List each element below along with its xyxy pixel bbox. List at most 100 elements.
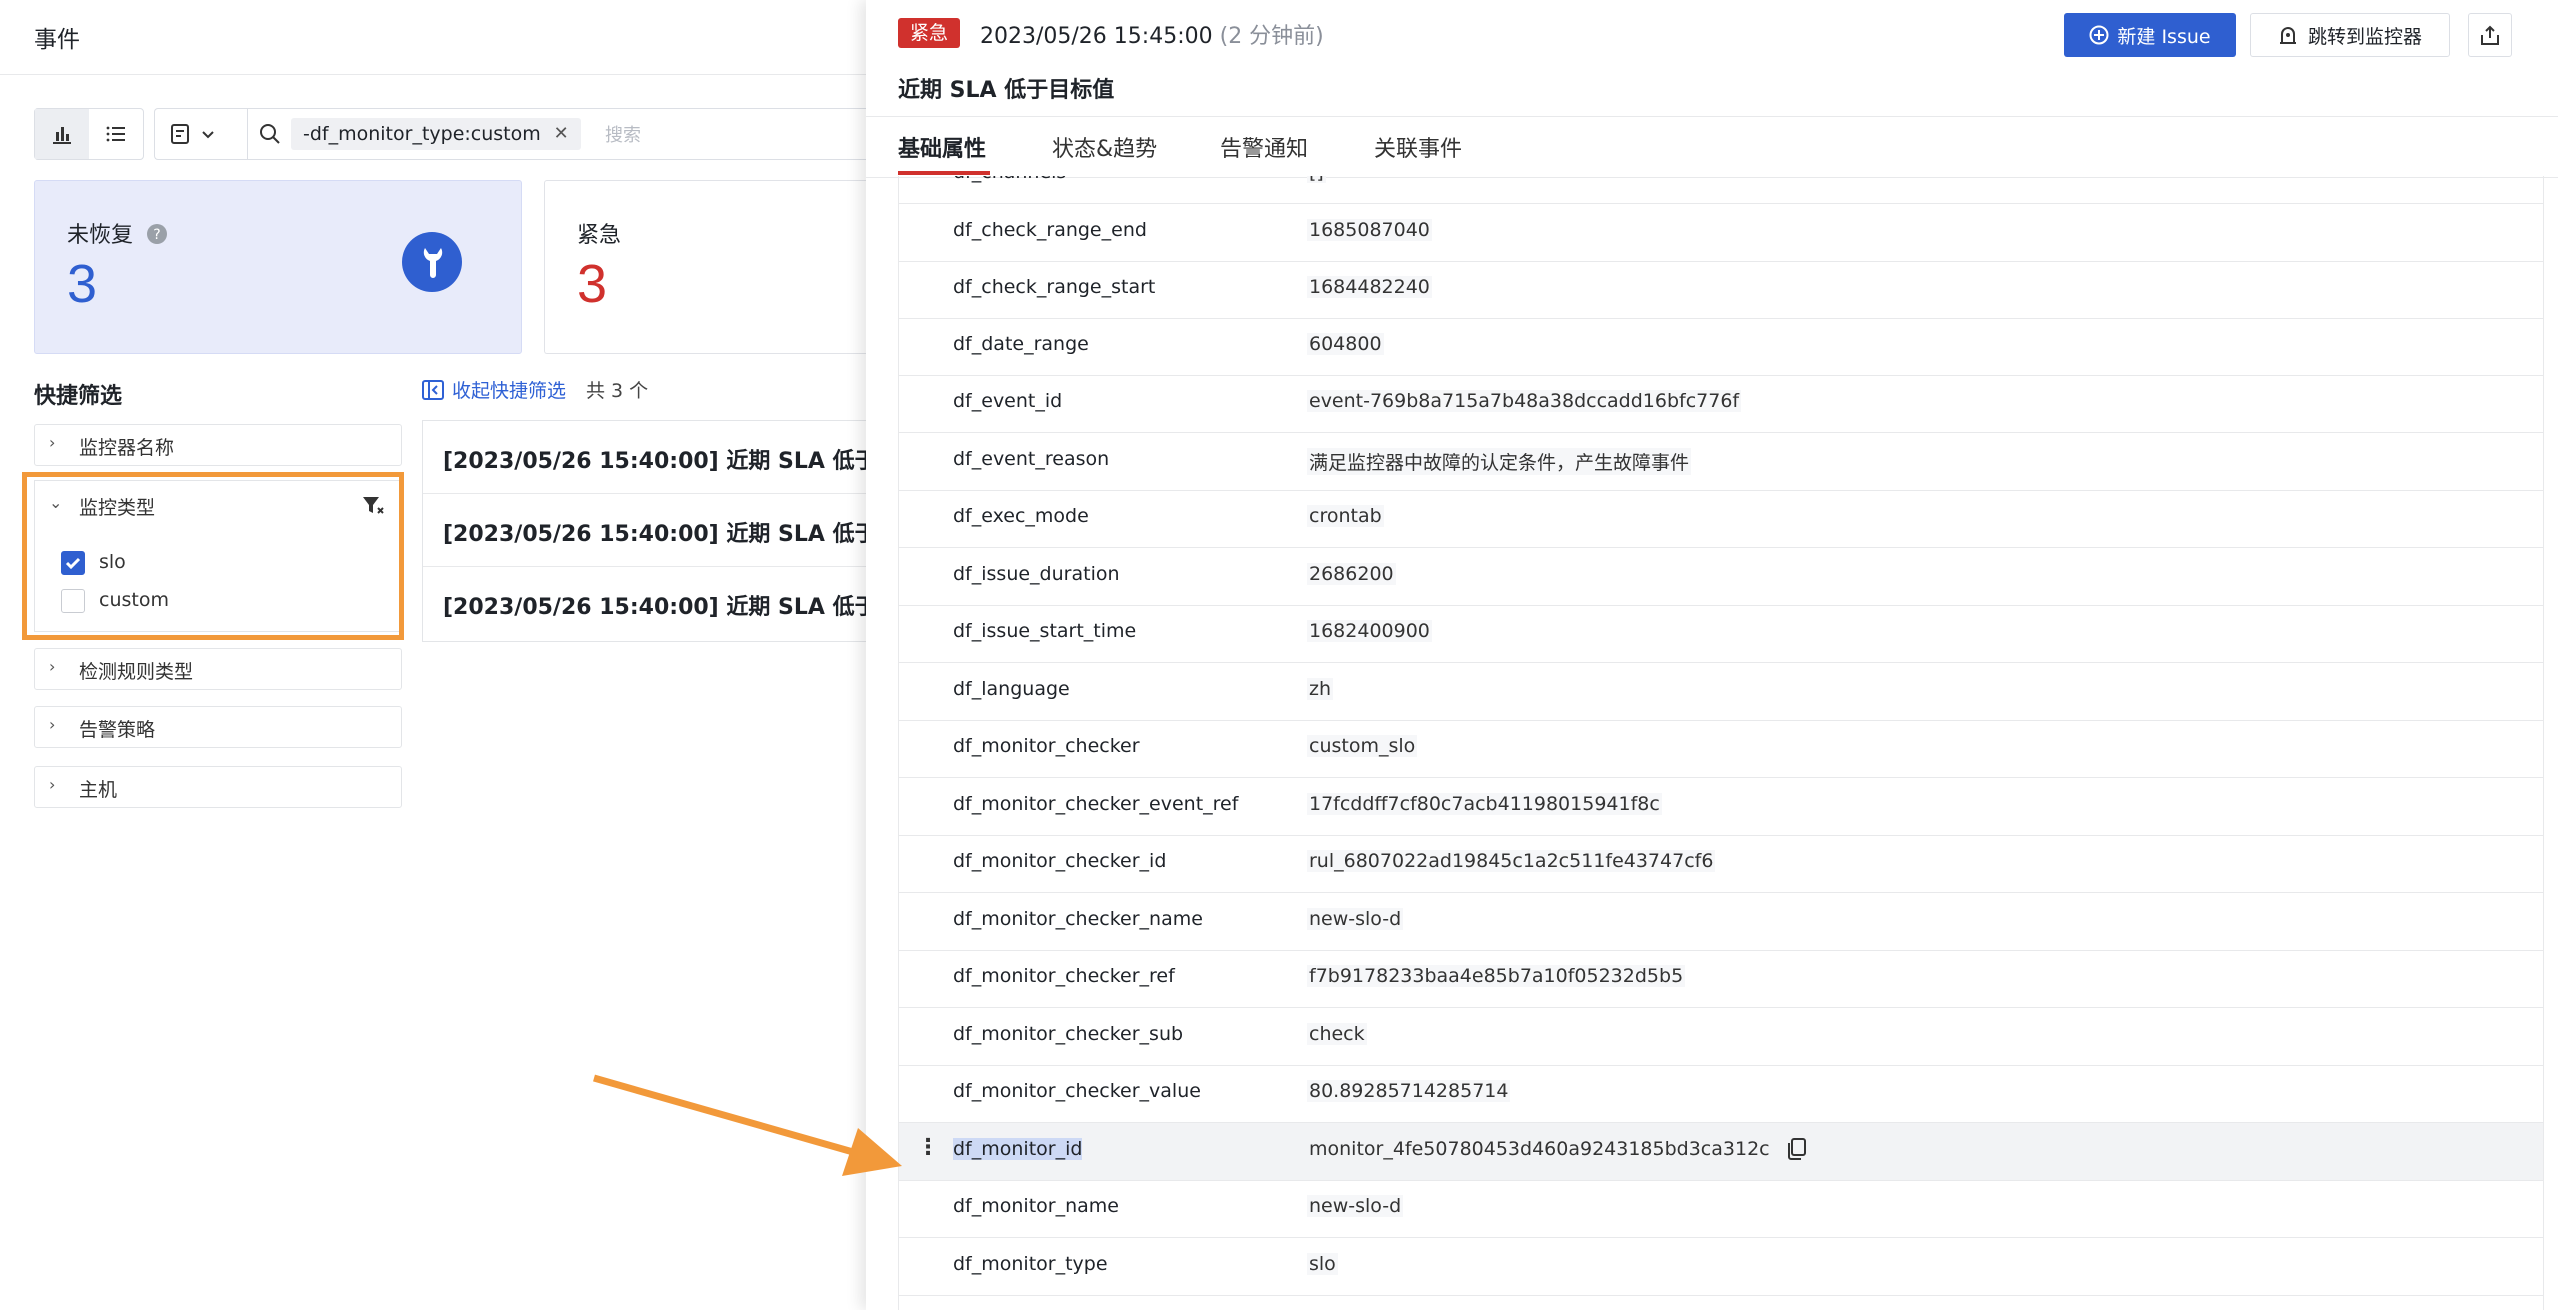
attr-value: slo [1307, 1253, 1338, 1275]
attr-row[interactable]: df_monitor_checker_id rul_6807022ad19845c… [899, 835, 2543, 893]
attr-row-selected[interactable]: ⋮ df_monitor_id monitor_4fe50780453d460a… [899, 1123, 2543, 1181]
chart-view-button[interactable] [35, 109, 89, 159]
quick-filter-title: 快捷筛选 [34, 384, 123, 409]
wrench-icon [402, 232, 462, 292]
attr-key: df_event_id [953, 390, 1063, 412]
events-page: 事件 -df_monitor_type:custom ✕ 未恢复 ? 3 紧急 … [0, 0, 871, 1310]
chevron-right-icon: › [49, 657, 56, 676]
facet-label: 主机 [79, 779, 118, 801]
checkbox-unchecked[interactable] [61, 589, 85, 613]
share-button[interactable] [2468, 13, 2512, 57]
list-view-button[interactable] [89, 109, 143, 159]
attr-row[interactable]: df_event_reason 满足监控器中故障的认定条件，产生故障事件 [899, 433, 2543, 491]
filter-tag-label: -df_monitor_type:custom [303, 123, 541, 145]
facet-alert-policy[interactable]: › 告警策略 [34, 706, 402, 748]
card-value: 3 [577, 254, 608, 314]
search-icon [260, 124, 280, 144]
attr-row[interactable]: df_language zh [899, 663, 2543, 721]
list-icon [106, 126, 125, 142]
facet-monitor-name[interactable]: › 监控器名称 [34, 424, 402, 466]
attr-row[interactable]: df_check_range_start 1684482240 [899, 261, 2543, 319]
collapse-quick-filter-link[interactable]: 收起快捷筛选 [422, 376, 566, 403]
event-row[interactable]: [2023/05/26 15:40:00] 近期 SLA 低于目标值 [423, 494, 871, 567]
event-row[interactable]: [2023/05/26 15:40:00] 近期 SLA 低于目标值 [423, 567, 871, 639]
status-badge: 紧急 [898, 18, 961, 48]
urgent-card[interactable]: 紧急 3 [544, 180, 871, 354]
new-issue-button[interactable]: 新建 Issue [2064, 13, 2236, 57]
attr-key: df_exec_mode [953, 505, 1089, 527]
attr-value: 满足监控器中故障的认定条件，产生故障事件 [1307, 448, 1692, 475]
goto-monitor-button[interactable]: 跳转到监控器 [2250, 13, 2450, 57]
chevron-right-icon: › [49, 775, 56, 794]
more-vertical-icon[interactable]: ⋮ [917, 1135, 939, 1160]
event-title: [2023/05/26 15:40:00] 近期 SLA 低于目标值 [443, 595, 871, 620]
event-time: 2023/05/26 15:45:00 (2 分钟前) [980, 24, 1324, 49]
attr-row[interactable]: df_monitor_checker_value 80.8928571428571… [899, 1065, 2543, 1123]
attr-key: df_monitor_type [953, 1253, 1108, 1275]
attr-row[interactable]: df_monitor_checker_event_ref 17fcddff7cf8… [899, 778, 2543, 836]
tab-basic-attributes[interactable]: 基础属性 [898, 131, 986, 163]
attr-value: event-769b8a715a7b48a38dccadd16bfc776f [1307, 390, 1742, 412]
help-icon[interactable]: ? [146, 223, 168, 245]
attr-row[interactable]: df_monitor_type slo [899, 1238, 2543, 1296]
event-list: [2023/05/26 15:40:00] 近期 SLA 低于目标值 [2023… [422, 420, 871, 642]
card-value: 3 [67, 254, 98, 314]
chevron-right-icon: › [49, 715, 56, 734]
svg-text:?: ? [153, 227, 160, 243]
copy-icon[interactable] [1785, 1137, 1807, 1161]
filter-tag[interactable]: -df_monitor_type:custom ✕ [291, 118, 581, 150]
event-row[interactable]: [2023/05/26 15:40:00] 近期 SLA 低于目标值 [423, 421, 871, 494]
filter-doc-icon [171, 124, 214, 144]
attr-value: f7b9178233baa4e85b7a10f05232d5b5 [1307, 965, 1686, 987]
tab-alert-notification[interactable]: 告警通知 [1220, 131, 1308, 163]
attr-key: df_check_range_end [953, 219, 1147, 241]
facet-rule-type[interactable]: › 检测规则类型 [34, 648, 402, 690]
search-input[interactable] [603, 118, 857, 152]
tab-status-trend[interactable]: 状态&趋势 [1052, 131, 1157, 163]
close-icon[interactable]: ✕ [554, 118, 569, 150]
attr-value: 1682400900 [1307, 620, 1432, 642]
attr-row[interactable]: df_issue_duration 2686200 [899, 548, 2543, 606]
monitor-icon [2279, 27, 2296, 44]
attr-value: monitor_4fe50780453d460a9243185bd3ca312c [1309, 1138, 1770, 1160]
attr-row[interactable]: df_monitor_checker_name new-slo-d [899, 893, 2543, 951]
attr-row[interactable]: df_channels [] [899, 176, 2543, 204]
attr-key: df_issue_duration [953, 563, 1120, 585]
facet-host[interactable]: › 主机 [34, 766, 402, 808]
attr-key: df_monitor_checker_value [953, 1080, 1201, 1102]
attr-row[interactable]: df_monitor_checker custom_slo [899, 720, 2543, 778]
attr-row[interactable]: df_check_range_end 1685087040 [899, 204, 2543, 262]
attr-row[interactable]: df_exec_mode crontab [899, 490, 2543, 548]
attr-value: zh [1307, 678, 1334, 700]
event-detail-drawer: 紧急 2023/05/26 15:45:00 (2 分钟前) 近期 SLA 低于… [866, 0, 2558, 1310]
clear-filter-icon[interactable] [361, 495, 385, 517]
attribute-table: df_channels [] df_check_range_end 16850870… [898, 176, 2544, 1310]
attr-value: 604800 [1307, 333, 1384, 355]
drawer-title: 近期 SLA 低于目标值 [898, 78, 1115, 103]
attr-value: new-slo-d [1307, 1195, 1404, 1217]
facet-label: 监控器名称 [79, 437, 175, 459]
page-header: 事件 [0, 0, 870, 75]
attr-row[interactable]: df_issue_start_time 1682400900 [899, 605, 2543, 663]
chevron-down-icon[interactable]: ⌄ [49, 493, 62, 512]
attr-row[interactable]: df_date_range 604800 [899, 318, 2543, 376]
page-title: 事件 [34, 27, 80, 53]
attr-row[interactable]: df_monitor_name new-slo-d [899, 1180, 2543, 1238]
attr-key: df_monitor_checker_event_ref [953, 793, 1239, 815]
plus-circle-icon [2089, 25, 2109, 45]
attr-row[interactable]: df_event_id event-769b8a715a7b48a38dccadd… [899, 375, 2543, 433]
checkbox-checked[interactable] [61, 551, 85, 575]
attr-value: 1684482240 [1307, 276, 1432, 298]
attr-key: df_monitor_checker_ref [953, 965, 1175, 987]
attr-row[interactable]: df_monitor_checker_sub check [899, 1008, 2543, 1066]
chevron-right-icon: › [49, 433, 56, 452]
drawer-tabs: 基础属性 状态&趋势 告警通知 关联事件 [866, 116, 2558, 178]
attr-value: 1685087040 [1307, 219, 1432, 241]
tab-related-events[interactable]: 关联事件 [1374, 131, 1462, 163]
saved-filter-dropdown[interactable] [171, 123, 217, 149]
attr-row[interactable]: df_monitor_checker_ref f7b9178233baa4e85b… [899, 950, 2543, 1008]
bar-chart-icon [53, 127, 71, 144]
unrecovered-card[interactable]: 未恢复 ? 3 [34, 180, 522, 354]
attr-value: crontab [1307, 505, 1384, 527]
attr-key: df_language [953, 678, 1070, 700]
